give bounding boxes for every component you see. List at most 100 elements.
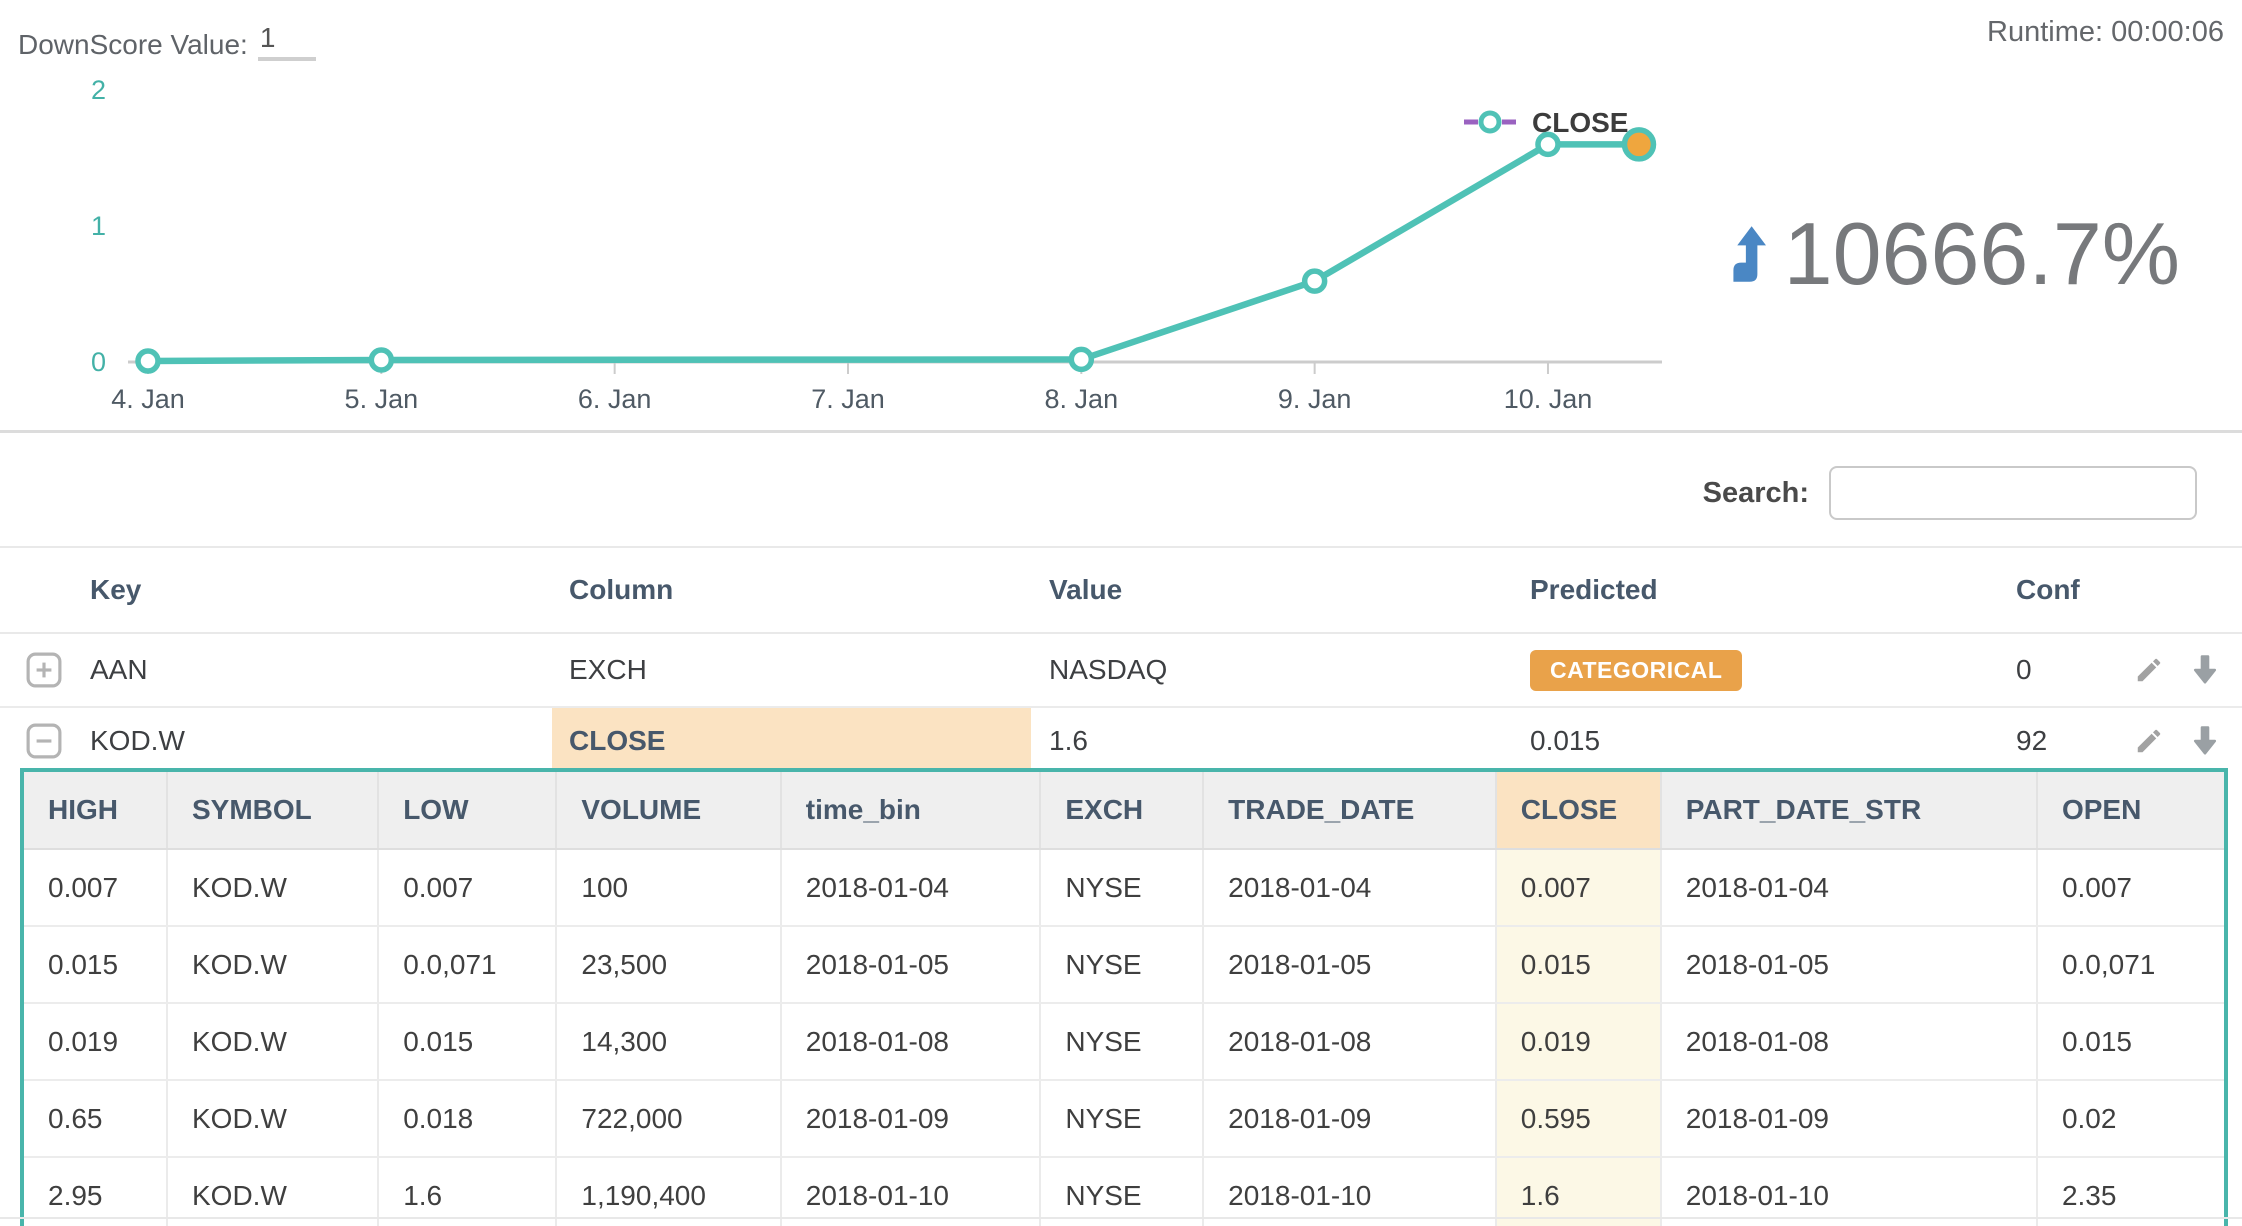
conf-cell: 92 bbox=[1990, 708, 2120, 774]
data-point-marker bbox=[1305, 271, 1325, 291]
detail-cell: 2018-01-04 bbox=[781, 849, 1041, 926]
key-cell: AAN bbox=[76, 634, 552, 706]
detail-cell: 23,500 bbox=[556, 926, 780, 1003]
detail-cell: 1,190,400 bbox=[556, 1157, 780, 1226]
column-cell: EXCH bbox=[552, 634, 1031, 706]
key-cell: KOD.W bbox=[76, 708, 552, 774]
detail-col-high: HIGH bbox=[24, 772, 167, 849]
detail-cell: 0.015 bbox=[2037, 1003, 2224, 1080]
runtime-label: Runtime: 00:00:06 bbox=[1987, 16, 2224, 49]
detail-cell: 0.0,071 bbox=[2037, 926, 2224, 1003]
detail-cell-close: 0.007 bbox=[1496, 849, 1661, 926]
detail-cell: 0.015 bbox=[378, 1003, 556, 1080]
detail-cell: 2018-01-10 bbox=[1661, 1157, 2037, 1226]
detail-cell: 2018-01-05 bbox=[1661, 926, 2037, 1003]
detail-row: 0.007 KOD.W 0.007 100 2018-01-04 NYSE 20… bbox=[24, 849, 2224, 926]
svg-text:0: 0 bbox=[91, 347, 106, 377]
detail-table-panel: HIGH SYMBOL LOW VOLUME time_bin EXCH TRA… bbox=[20, 768, 2228, 1226]
app-root: DownScore Value: Runtime: 00:00:06 4. Ja… bbox=[0, 0, 2242, 1226]
detail-cell: 0.65 bbox=[24, 1080, 167, 1157]
level-up-arrow-icon bbox=[1720, 219, 1766, 289]
detail-cell: 2018-01-08 bbox=[1661, 1003, 2037, 1080]
detail-cell: 100 bbox=[556, 849, 780, 926]
detail-cell: 2018-01-05 bbox=[781, 926, 1041, 1003]
conf-cell: 0 bbox=[1990, 634, 2120, 706]
svg-text:2: 2 bbox=[91, 75, 106, 105]
detail-col-part-date-str: PART_DATE_STR bbox=[1661, 772, 2037, 849]
detail-cell: KOD.W bbox=[167, 849, 378, 926]
detail-row: 2.95 KOD.W 1.6 1,190,400 2018-01-10 NYSE… bbox=[24, 1157, 2224, 1226]
predicted-cell: 0.015 bbox=[1510, 708, 1990, 774]
pencil-icon[interactable] bbox=[2134, 655, 2164, 685]
detail-cell: 2018-01-10 bbox=[1203, 1157, 1496, 1226]
detail-cell-close: 0.019 bbox=[1496, 1003, 1661, 1080]
plus-square-icon[interactable] bbox=[26, 652, 62, 688]
detail-table: HIGH SYMBOL LOW VOLUME time_bin EXCH TRA… bbox=[24, 772, 2224, 1226]
detail-col-low: LOW bbox=[378, 772, 556, 849]
detail-cell: 2.35 bbox=[2037, 1157, 2224, 1226]
detail-cell: 2018-01-04 bbox=[1203, 849, 1496, 926]
detail-cell: 2018-01-09 bbox=[1661, 1080, 2037, 1157]
gain-stat: 10666.7% bbox=[1720, 210, 2180, 298]
pencil-icon[interactable] bbox=[2134, 726, 2164, 756]
prediction-table: Key Column Value Predicted Conf AAN EXCH… bbox=[0, 546, 2242, 774]
detail-col-time-bin: time_bin bbox=[781, 772, 1041, 849]
detail-cell: 2018-01-04 bbox=[1661, 849, 2037, 926]
search-control: Search: bbox=[1703, 466, 2197, 520]
detail-cell: NYSE bbox=[1040, 1003, 1203, 1080]
detail-cell: 2018-01-08 bbox=[1203, 1003, 1496, 1080]
down-arrow-icon[interactable] bbox=[2190, 654, 2220, 686]
search-label: Search: bbox=[1703, 477, 1809, 510]
detail-cell: 0.007 bbox=[2037, 849, 2224, 926]
minus-square-icon[interactable] bbox=[26, 723, 62, 759]
col-header-value: Value bbox=[1031, 548, 1510, 632]
table-row-aan: AAN EXCH NASDAQ CATEGORICAL 0 bbox=[0, 634, 2242, 708]
detail-col-exch: EXCH bbox=[1040, 772, 1203, 849]
header-spacer bbox=[0, 548, 76, 632]
detail-cell: 0.019 bbox=[24, 1003, 167, 1080]
svg-text:1: 1 bbox=[91, 211, 106, 241]
detail-cell: 1.6 bbox=[378, 1157, 556, 1226]
detail-cell: 722,000 bbox=[556, 1080, 780, 1157]
detail-cell: 2.95 bbox=[24, 1157, 167, 1226]
detail-cell: 2018-01-05 bbox=[1203, 926, 1496, 1003]
detail-cell-close: 1.6 bbox=[1496, 1157, 1661, 1226]
value-cell: NASDAQ bbox=[1031, 634, 1510, 706]
table-row-kodw: KOD.W CLOSE 1.6 0.015 92 bbox=[0, 708, 2242, 774]
svg-text:10. Jan: 10. Jan bbox=[1504, 384, 1593, 414]
detail-row: 0.019 KOD.W 0.015 14,300 2018-01-08 NYSE… bbox=[24, 1003, 2224, 1080]
table-bottom-border bbox=[0, 1217, 2242, 1219]
svg-text:5. Jan: 5. Jan bbox=[345, 384, 419, 414]
detail-header-row: HIGH SYMBOL LOW VOLUME time_bin EXCH TRA… bbox=[24, 772, 2224, 849]
legend-label: CLOSE bbox=[1532, 107, 1628, 138]
detail-col-trade-date: TRADE_DATE bbox=[1203, 772, 1496, 849]
search-input[interactable] bbox=[1829, 466, 2197, 520]
detail-cell: NYSE bbox=[1040, 926, 1203, 1003]
detail-cell: 0.007 bbox=[24, 849, 167, 926]
svg-text:6. Jan: 6. Jan bbox=[578, 384, 652, 414]
down-arrow-icon[interactable] bbox=[2190, 725, 2220, 757]
detail-col-volume: VOLUME bbox=[556, 772, 780, 849]
section-divider bbox=[0, 430, 2242, 433]
detail-cell: 0.007 bbox=[378, 849, 556, 926]
predicted-point-marker bbox=[1624, 130, 1653, 159]
detail-cell: NYSE bbox=[1040, 1157, 1203, 1226]
legend-marker-icon bbox=[1481, 113, 1499, 131]
col-header-predicted: Predicted bbox=[1510, 548, 1990, 632]
detail-cell: NYSE bbox=[1040, 849, 1203, 926]
prediction-table-header: Key Column Value Predicted Conf bbox=[0, 546, 2242, 634]
svg-text:9. Jan: 9. Jan bbox=[1278, 384, 1352, 414]
col-header-conf: Conf bbox=[1990, 548, 2120, 632]
detail-cell-close: 0.595 bbox=[1496, 1080, 1661, 1157]
detail-cell: 14,300 bbox=[556, 1003, 780, 1080]
detail-cell: 2018-01-10 bbox=[781, 1157, 1041, 1226]
data-point-marker bbox=[1071, 349, 1091, 369]
detail-cell: 0.015 bbox=[24, 926, 167, 1003]
data-point-marker bbox=[371, 350, 391, 370]
col-header-column: Column bbox=[552, 548, 1031, 632]
header-actions-spacer bbox=[2120, 548, 2242, 632]
chart-legend[interactable]: CLOSE bbox=[1464, 107, 1628, 138]
gain-value: 10666.7% bbox=[1784, 210, 2180, 298]
column-cell-highlighted: CLOSE bbox=[552, 708, 1031, 774]
value-cell: 1.6 bbox=[1031, 708, 1510, 774]
